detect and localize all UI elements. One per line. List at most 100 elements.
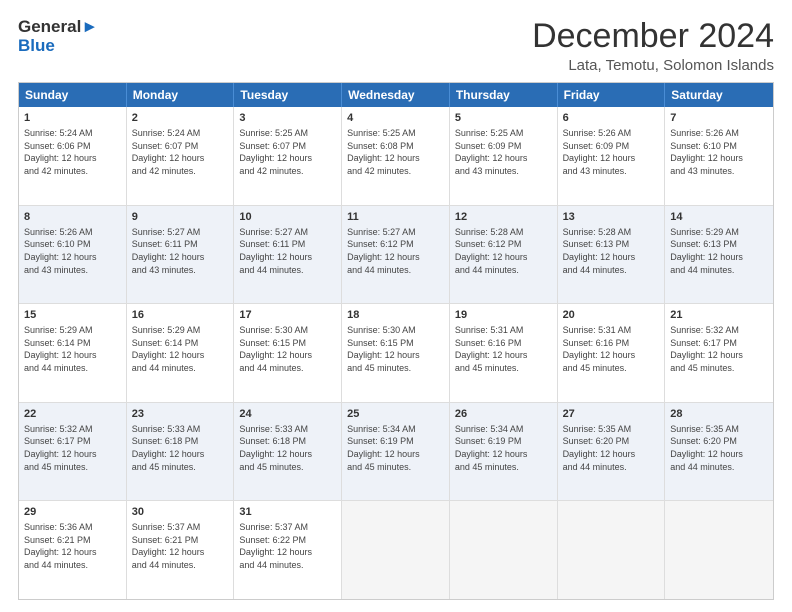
- cal-cell: 12Sunrise: 5:28 AM Sunset: 6:12 PM Dayli…: [450, 206, 558, 304]
- day-info: Sunrise: 5:29 AM Sunset: 6:14 PM Dayligh…: [24, 324, 121, 374]
- cal-header-saturday: Saturday: [665, 83, 773, 107]
- day-info: Sunrise: 5:29 AM Sunset: 6:13 PM Dayligh…: [670, 226, 768, 276]
- cal-cell: 21Sunrise: 5:32 AM Sunset: 6:17 PM Dayli…: [665, 304, 773, 402]
- day-number: 1: [24, 111, 121, 126]
- day-info: Sunrise: 5:26 AM Sunset: 6:09 PM Dayligh…: [563, 127, 660, 177]
- cal-cell: [450, 501, 558, 599]
- cal-week-3: 15Sunrise: 5:29 AM Sunset: 6:14 PM Dayli…: [19, 304, 773, 403]
- cal-cell: 31Sunrise: 5:37 AM Sunset: 6:22 PM Dayli…: [234, 501, 342, 599]
- day-number: 7: [670, 111, 768, 126]
- cal-cell: 4Sunrise: 5:25 AM Sunset: 6:08 PM Daylig…: [342, 107, 450, 205]
- day-number: 20: [563, 308, 660, 323]
- cal-cell: 11Sunrise: 5:27 AM Sunset: 6:12 PM Dayli…: [342, 206, 450, 304]
- main-title: December 2024: [532, 18, 774, 55]
- day-info: Sunrise: 5:30 AM Sunset: 6:15 PM Dayligh…: [347, 324, 444, 374]
- cal-week-1: 1Sunrise: 5:24 AM Sunset: 6:06 PM Daylig…: [19, 107, 773, 206]
- day-info: Sunrise: 5:37 AM Sunset: 6:21 PM Dayligh…: [132, 521, 229, 571]
- day-info: Sunrise: 5:33 AM Sunset: 6:18 PM Dayligh…: [132, 423, 229, 473]
- day-info: Sunrise: 5:27 AM Sunset: 6:11 PM Dayligh…: [239, 226, 336, 276]
- day-info: Sunrise: 5:25 AM Sunset: 6:07 PM Dayligh…: [239, 127, 336, 177]
- day-number: 26: [455, 407, 552, 422]
- day-number: 6: [563, 111, 660, 126]
- cal-cell: 3Sunrise: 5:25 AM Sunset: 6:07 PM Daylig…: [234, 107, 342, 205]
- day-number: 31: [239, 505, 336, 520]
- cal-week-4: 22Sunrise: 5:32 AM Sunset: 6:17 PM Dayli…: [19, 403, 773, 502]
- cal-cell: 25Sunrise: 5:34 AM Sunset: 6:19 PM Dayli…: [342, 403, 450, 501]
- day-number: 18: [347, 308, 444, 323]
- day-number: 4: [347, 111, 444, 126]
- cal-cell: 19Sunrise: 5:31 AM Sunset: 6:16 PM Dayli…: [450, 304, 558, 402]
- day-number: 29: [24, 505, 121, 520]
- cal-cell: 28Sunrise: 5:35 AM Sunset: 6:20 PM Dayli…: [665, 403, 773, 501]
- cal-cell: 20Sunrise: 5:31 AM Sunset: 6:16 PM Dayli…: [558, 304, 666, 402]
- cal-cell: 23Sunrise: 5:33 AM Sunset: 6:18 PM Dayli…: [127, 403, 235, 501]
- cal-cell: 27Sunrise: 5:35 AM Sunset: 6:20 PM Dayli…: [558, 403, 666, 501]
- calendar-header: SundayMondayTuesdayWednesdayThursdayFrid…: [19, 83, 773, 107]
- day-info: Sunrise: 5:27 AM Sunset: 6:12 PM Dayligh…: [347, 226, 444, 276]
- cal-header-sunday: Sunday: [19, 83, 127, 107]
- day-number: 28: [670, 407, 768, 422]
- cal-cell: 7Sunrise: 5:26 AM Sunset: 6:10 PM Daylig…: [665, 107, 773, 205]
- cal-cell: 17Sunrise: 5:30 AM Sunset: 6:15 PM Dayli…: [234, 304, 342, 402]
- cal-cell: [558, 501, 666, 599]
- day-info: Sunrise: 5:33 AM Sunset: 6:18 PM Dayligh…: [239, 423, 336, 473]
- cal-header-wednesday: Wednesday: [342, 83, 450, 107]
- day-number: 24: [239, 407, 336, 422]
- day-number: 3: [239, 111, 336, 126]
- day-number: 22: [24, 407, 121, 422]
- cal-cell: [665, 501, 773, 599]
- day-info: Sunrise: 5:35 AM Sunset: 6:20 PM Dayligh…: [563, 423, 660, 473]
- day-number: 21: [670, 308, 768, 323]
- day-info: Sunrise: 5:31 AM Sunset: 6:16 PM Dayligh…: [563, 324, 660, 374]
- day-number: 14: [670, 210, 768, 225]
- day-number: 12: [455, 210, 552, 225]
- day-info: Sunrise: 5:25 AM Sunset: 6:08 PM Dayligh…: [347, 127, 444, 177]
- day-number: 19: [455, 308, 552, 323]
- day-info: Sunrise: 5:29 AM Sunset: 6:14 PM Dayligh…: [132, 324, 229, 374]
- day-number: 5: [455, 111, 552, 126]
- logo: General► Blue: [18, 18, 98, 55]
- day-info: Sunrise: 5:24 AM Sunset: 6:07 PM Dayligh…: [132, 127, 229, 177]
- day-info: Sunrise: 5:31 AM Sunset: 6:16 PM Dayligh…: [455, 324, 552, 374]
- cal-cell: 8Sunrise: 5:26 AM Sunset: 6:10 PM Daylig…: [19, 206, 127, 304]
- cal-cell: 10Sunrise: 5:27 AM Sunset: 6:11 PM Dayli…: [234, 206, 342, 304]
- page: General► Blue December 2024 Lata, Temotu…: [0, 0, 792, 612]
- cal-week-2: 8Sunrise: 5:26 AM Sunset: 6:10 PM Daylig…: [19, 206, 773, 305]
- subtitle: Lata, Temotu, Solomon Islands: [532, 57, 774, 74]
- day-info: Sunrise: 5:34 AM Sunset: 6:19 PM Dayligh…: [455, 423, 552, 473]
- day-info: Sunrise: 5:37 AM Sunset: 6:22 PM Dayligh…: [239, 521, 336, 571]
- cal-header-thursday: Thursday: [450, 83, 558, 107]
- day-number: 13: [563, 210, 660, 225]
- day-number: 15: [24, 308, 121, 323]
- header: General► Blue December 2024 Lata, Temotu…: [18, 18, 774, 74]
- cal-cell: [342, 501, 450, 599]
- title-area: December 2024 Lata, Temotu, Solomon Isla…: [532, 18, 774, 74]
- cal-cell: 14Sunrise: 5:29 AM Sunset: 6:13 PM Dayli…: [665, 206, 773, 304]
- day-info: Sunrise: 5:25 AM Sunset: 6:09 PM Dayligh…: [455, 127, 552, 177]
- day-info: Sunrise: 5:32 AM Sunset: 6:17 PM Dayligh…: [670, 324, 768, 374]
- day-info: Sunrise: 5:27 AM Sunset: 6:11 PM Dayligh…: [132, 226, 229, 276]
- cal-cell: 16Sunrise: 5:29 AM Sunset: 6:14 PM Dayli…: [127, 304, 235, 402]
- day-number: 9: [132, 210, 229, 225]
- cal-cell: 26Sunrise: 5:34 AM Sunset: 6:19 PM Dayli…: [450, 403, 558, 501]
- day-number: 27: [563, 407, 660, 422]
- cal-cell: 6Sunrise: 5:26 AM Sunset: 6:09 PM Daylig…: [558, 107, 666, 205]
- day-info: Sunrise: 5:24 AM Sunset: 6:06 PM Dayligh…: [24, 127, 121, 177]
- day-number: 25: [347, 407, 444, 422]
- calendar-body: 1Sunrise: 5:24 AM Sunset: 6:06 PM Daylig…: [19, 107, 773, 599]
- cal-cell: 29Sunrise: 5:36 AM Sunset: 6:21 PM Dayli…: [19, 501, 127, 599]
- cal-cell: 18Sunrise: 5:30 AM Sunset: 6:15 PM Dayli…: [342, 304, 450, 402]
- day-info: Sunrise: 5:28 AM Sunset: 6:13 PM Dayligh…: [563, 226, 660, 276]
- cal-cell: 2Sunrise: 5:24 AM Sunset: 6:07 PM Daylig…: [127, 107, 235, 205]
- day-info: Sunrise: 5:34 AM Sunset: 6:19 PM Dayligh…: [347, 423, 444, 473]
- day-number: 2: [132, 111, 229, 126]
- cal-cell: 13Sunrise: 5:28 AM Sunset: 6:13 PM Dayli…: [558, 206, 666, 304]
- cal-cell: 22Sunrise: 5:32 AM Sunset: 6:17 PM Dayli…: [19, 403, 127, 501]
- day-info: Sunrise: 5:32 AM Sunset: 6:17 PM Dayligh…: [24, 423, 121, 473]
- day-info: Sunrise: 5:35 AM Sunset: 6:20 PM Dayligh…: [670, 423, 768, 473]
- day-number: 10: [239, 210, 336, 225]
- cal-cell: 1Sunrise: 5:24 AM Sunset: 6:06 PM Daylig…: [19, 107, 127, 205]
- cal-cell: 30Sunrise: 5:37 AM Sunset: 6:21 PM Dayli…: [127, 501, 235, 599]
- calendar: SundayMondayTuesdayWednesdayThursdayFrid…: [18, 82, 774, 600]
- day-info: Sunrise: 5:30 AM Sunset: 6:15 PM Dayligh…: [239, 324, 336, 374]
